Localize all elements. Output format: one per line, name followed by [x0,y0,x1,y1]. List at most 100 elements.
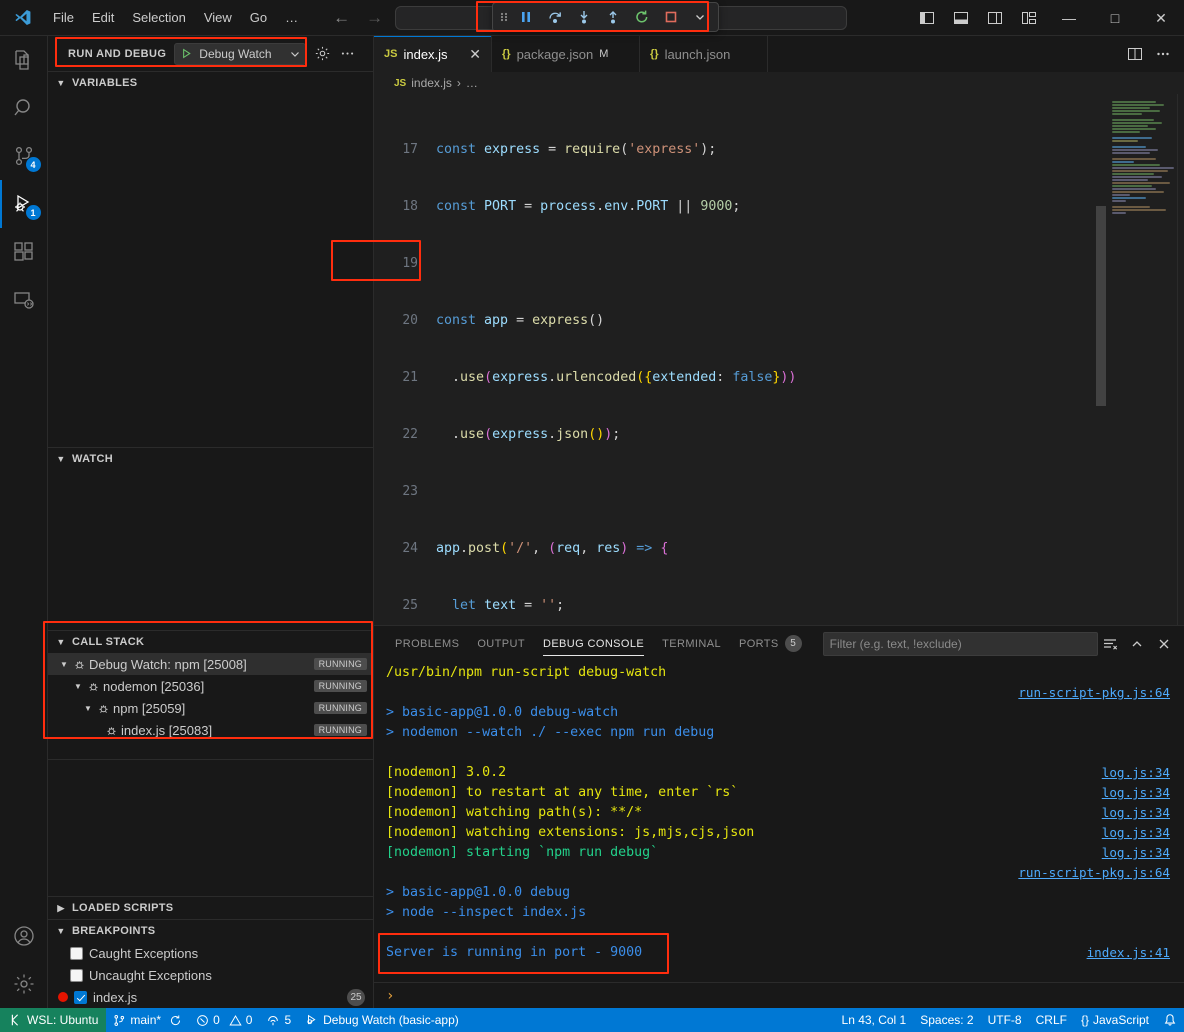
activity-source-control[interactable]: 4 [0,132,48,180]
menu-edit[interactable]: Edit [83,6,123,29]
debug-console-input[interactable]: › [374,982,1184,1008]
status-language-mode[interactable]: {} JavaScript [1074,1008,1156,1032]
source-link[interactable]: log.js:34 [1102,783,1170,803]
menu-selection[interactable]: Selection [123,6,194,29]
tab-index-js[interactable]: JS index.js ✕ [374,36,492,72]
activity-manage-settings[interactable] [0,960,48,1008]
status-notifications[interactable] [1156,1008,1184,1032]
toggle-panel-icon[interactable] [944,0,978,36]
activity-run-and-debug[interactable]: 1 [0,180,48,228]
activity-extensions[interactable] [0,228,48,276]
code-viewport[interactable]: 17const express = require('express'); 18… [374,94,1106,625]
source-link[interactable]: index.js:41 [1087,943,1170,963]
customize-layout-icon[interactable] [1012,0,1046,36]
drag-handle-icon[interactable] [497,9,511,25]
status-problems[interactable]: 0 0 [189,1008,259,1032]
close-button[interactable]: ✕ [1138,0,1184,36]
tab-output[interactable]: OUTPUT [468,626,534,661]
activity-explorer[interactable] [0,36,48,84]
breakpoint-row-index-js[interactable]: index.js 25 [48,986,373,1008]
code-editor[interactable]: 17const express = require('express'); 18… [374,94,1184,625]
toggle-primary-sidebar-icon[interactable] [910,0,944,36]
step-into-button[interactable] [570,5,598,29]
editor-vertical-scrollbar[interactable] [1096,206,1106,406]
tab-debug-console[interactable]: DEBUG CONSOLE [534,626,653,661]
menu-view[interactable]: View [195,6,241,29]
console-line: Server is running in port - 9000index.js… [374,943,1184,963]
call-stack-row[interactable]: index.js [25083] RUNNING [48,719,373,741]
launch-configuration-select[interactable]: Debug Watch [174,43,306,65]
restart-button[interactable] [628,5,656,29]
more-dropdown-icon[interactable] [686,5,714,29]
stop-button[interactable] [657,5,685,29]
checkbox[interactable] [70,947,83,960]
source-link[interactable]: log.js:34 [1102,763,1170,783]
step-over-button[interactable] [541,5,569,29]
menu-file[interactable]: File [44,6,83,29]
more-actions-icon[interactable] [339,45,356,62]
source-link[interactable]: log.js:34 [1102,843,1170,863]
tab-terminal[interactable]: TERMINAL [653,626,730,661]
breakpoints-header[interactable]: ▼ BREAKPOINTS [48,920,373,942]
call-stack-header[interactable]: ▼ CALL STACK [48,631,373,653]
watch-header[interactable]: ▼ WATCH [48,448,373,470]
source-link[interactable]: log.js:34 [1102,823,1170,843]
clear-console-icon[interactable] [1098,632,1122,656]
console-line: [nodemon] watching extensions: js,mjs,cj… [374,823,1184,843]
status-indentation[interactable]: Spaces: 2 [913,1008,980,1032]
call-stack-row[interactable]: ▼ nodemon [25036] RUNNING [48,675,373,697]
console-text: > nodemon --watch ./ --exec npm run debu… [386,723,714,743]
play-icon[interactable] [180,47,193,60]
status-debug-session[interactable]: Debug Watch (basic-app) [298,1008,466,1032]
menu-more[interactable]: … [276,6,307,29]
menu-go[interactable]: Go [241,6,276,29]
minimap[interactable] [1106,94,1184,625]
call-stack-state: RUNNING [314,658,367,670]
variables-header[interactable]: ▼ VARIABLES [48,72,373,94]
chevron-down-icon[interactable]: ▼ [58,660,70,669]
call-stack-row[interactable]: ▼ Debug Watch: npm [25008] RUNNING [48,653,373,675]
status-remote-indicator[interactable]: WSL: Ubuntu [0,1008,106,1032]
activity-accounts[interactable] [0,912,48,960]
step-out-button[interactable] [599,5,627,29]
call-stack-row[interactable]: ▼ npm [25059] RUNNING [48,697,373,719]
debug-console-output[interactable]: /usr/bin/npm run-script debug-watch run-… [374,661,1184,982]
chevron-down-icon[interactable]: ▼ [72,682,84,691]
activity-remote-explorer[interactable] [0,276,48,324]
chevron-down-icon[interactable]: ▼ [82,704,94,713]
checkbox[interactable] [70,969,83,982]
tab-problems[interactable]: PROBLEMS [386,626,468,661]
maximize-button[interactable]: □ [1092,0,1138,36]
breakpoint-row-uncaught-exceptions[interactable]: Uncaught Exceptions [48,964,373,986]
activity-search[interactable] [0,84,48,132]
tab-ports[interactable]: PORTS 5 [730,626,811,661]
status-branch[interactable]: main* [106,1008,189,1032]
gear-icon[interactable] [314,45,331,62]
loaded-scripts-header[interactable]: ▶ LOADED SCRIPTS [48,897,373,919]
status-cursor-position[interactable]: Ln 43, Col 1 [835,1008,914,1032]
source-link[interactable]: run-script-pkg.js:64 [1018,863,1170,883]
source-link[interactable]: run-script-pkg.js:64 [1018,683,1170,703]
tab-package-json[interactable]: {} package.json M [492,36,640,72]
arrow-right-icon[interactable]: → [366,8,383,28]
chevron-down-icon[interactable] [289,48,301,60]
close-icon[interactable]: ✕ [461,47,481,61]
status-ports[interactable]: 5 [259,1008,298,1032]
minimize-button[interactable]: — [1046,0,1092,36]
toggle-secondary-sidebar-icon[interactable] [978,0,1012,36]
pause-button[interactable] [512,5,540,29]
arrow-left-icon[interactable]: ← [333,8,350,28]
status-eol[interactable]: CRLF [1029,1008,1074,1032]
close-panel-icon[interactable] [1152,632,1176,656]
tab-launch-json[interactable]: {} launch.json [640,36,768,72]
checkbox[interactable] [74,991,87,1004]
console-filter-input[interactable]: Filter (e.g. text, !exclude) [823,632,1098,656]
maximize-panel-icon[interactable] [1125,632,1149,656]
more-actions-icon[interactable] [1150,41,1176,67]
split-editor-icon[interactable] [1122,41,1148,67]
source-link[interactable]: log.js:34 [1102,803,1170,823]
status-encoding[interactable]: UTF-8 [981,1008,1029,1032]
breadcrumb-file[interactable]: index.js [411,76,452,90]
breakpoint-row-caught-exceptions[interactable]: Caught Exceptions [48,942,373,964]
breadcrumb-rest[interactable]: … [466,76,478,90]
